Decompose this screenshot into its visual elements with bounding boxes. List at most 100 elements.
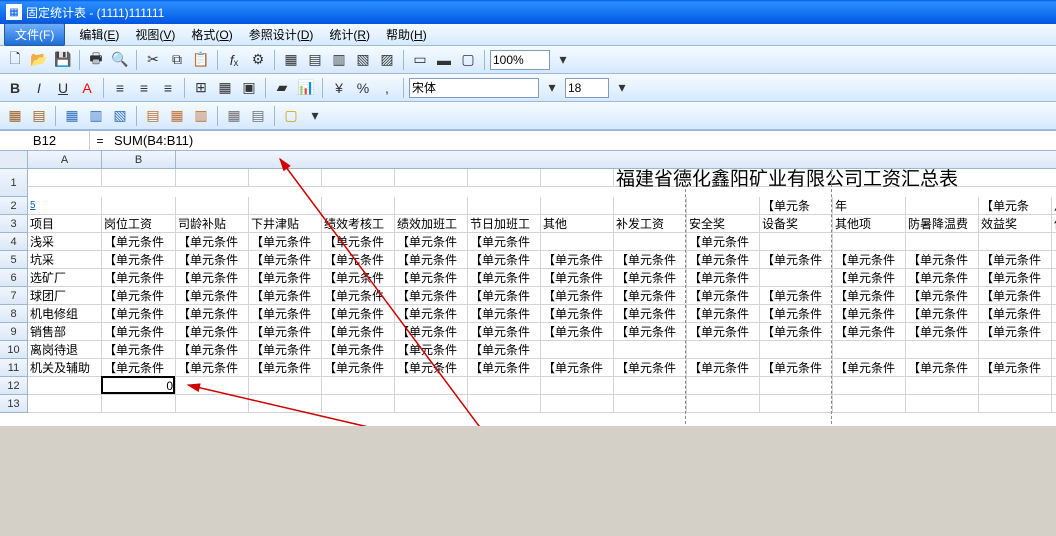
cell[interactable]: 停 — [1052, 215, 1056, 233]
cell[interactable] — [102, 169, 176, 187]
cell[interactable]: 【单元条件 — [1052, 305, 1056, 323]
fill-icon[interactable]: ▰ — [271, 77, 293, 99]
cell[interactable] — [760, 269, 833, 287]
cell[interactable]: 【单元条件 — [395, 269, 468, 287]
cell[interactable]: 【单元条件 — [322, 251, 395, 269]
grid5-icon[interactable]: ▨ — [376, 49, 398, 71]
cell[interactable] — [102, 395, 176, 413]
cell[interactable]: 【单元条件 — [687, 323, 760, 341]
cell[interactable]: 销售部 — [28, 323, 102, 341]
cell[interactable] — [1052, 251, 1056, 269]
cell[interactable]: 【单元条件 — [322, 323, 395, 341]
cell[interactable]: 【单元条件 — [249, 323, 322, 341]
fontsize-dropdown-icon[interactable]: ▾ — [611, 77, 633, 99]
cell[interactable] — [28, 169, 102, 187]
open-icon[interactable]: 📂 — [28, 49, 50, 71]
cell[interactable]: 【单元条件 — [176, 323, 249, 341]
cell[interactable]: 【单元条 — [760, 197, 833, 215]
cell[interactable] — [979, 395, 1052, 413]
cell[interactable]: 补发工资 — [614, 215, 687, 233]
cell[interactable] — [687, 341, 760, 359]
row-header[interactable]: 10 — [0, 341, 28, 359]
ex12-icon[interactable]: ▾ — [304, 105, 326, 127]
font-combo[interactable] — [409, 78, 539, 98]
cell[interactable]: 【单元条件 — [1052, 287, 1056, 305]
align-center-icon[interactable]: ≡ — [133, 77, 155, 99]
cell[interactable]: 【单元条件 — [322, 233, 395, 251]
cell[interactable]: 【单元条件 — [687, 251, 760, 269]
cell[interactable]: 【单元条件 — [468, 323, 541, 341]
cell[interactable] — [249, 395, 322, 413]
cell[interactable]: 【单元条件 — [468, 287, 541, 305]
cell[interactable]: 【单元条件 — [979, 305, 1052, 323]
cell[interactable]: 其他 — [541, 215, 614, 233]
cell[interactable]: 效益奖 — [979, 215, 1052, 233]
ex3-icon[interactable]: ▦ — [61, 105, 83, 127]
cell[interactable] — [906, 341, 979, 359]
cell[interactable]: 机关及辅助 — [28, 359, 102, 377]
cell[interactable]: 【单元条件 — [541, 323, 614, 341]
ex9-icon[interactable]: ▦ — [223, 105, 245, 127]
cell[interactable]: 【单元条件 — [395, 359, 468, 377]
bold-icon[interactable]: B — [4, 77, 26, 99]
cell[interactable] — [614, 395, 687, 413]
cell[interactable] — [833, 395, 906, 413]
cell[interactable] — [468, 377, 541, 395]
row-header[interactable]: 4 — [0, 233, 28, 251]
grid3-icon[interactable]: ▥ — [328, 49, 350, 71]
cell[interactable]: 【单元条件 — [249, 341, 322, 359]
cell[interactable]: 【单元条件 — [760, 323, 833, 341]
zoom-combo[interactable] — [490, 50, 550, 70]
cell[interactable]: 防暑降温费 — [906, 215, 979, 233]
cell[interactable]: 【单元条件 — [833, 305, 906, 323]
menu-o[interactable]: 格式(O) — [183, 26, 240, 44]
cell[interactable]: 【单元条件 — [833, 251, 906, 269]
cell[interactable] — [322, 169, 395, 187]
cell[interactable] — [249, 169, 322, 187]
fontsize-combo[interactable] — [565, 78, 609, 98]
cell[interactable] — [541, 395, 614, 413]
cell[interactable] — [979, 341, 1052, 359]
cell[interactable] — [176, 197, 249, 215]
cell[interactable]: 选矿厂 — [28, 269, 102, 287]
cell[interactable] — [322, 395, 395, 413]
cell[interactable]: 【单元条件 — [395, 287, 468, 305]
cell[interactable] — [176, 395, 249, 413]
cell[interactable]: 【单元条件 — [176, 233, 249, 251]
menu-e[interactable]: 编辑(E) — [71, 26, 127, 44]
cell[interactable] — [541, 341, 614, 359]
select-all-corner[interactable] — [0, 151, 28, 169]
cell[interactable]: 【单元条件 — [979, 269, 1052, 287]
cell[interactable] — [979, 377, 1052, 395]
cell[interactable]: 【单元条件 — [102, 341, 176, 359]
cell[interactable]: 【单元条件 — [833, 359, 906, 377]
cell[interactable]: 【单元条件 — [614, 305, 687, 323]
cell[interactable] — [468, 169, 541, 187]
cell[interactable]: 0 — [102, 377, 176, 395]
cell[interactable] — [249, 197, 322, 215]
italic-icon[interactable]: I — [28, 77, 50, 99]
cell[interactable]: 【单元条件 — [906, 323, 979, 341]
cell[interactable] — [614, 377, 687, 395]
cell[interactable]: 5 — [28, 197, 102, 215]
print-icon[interactable]: 🖶 — [85, 49, 107, 71]
cell[interactable]: 【单元条件 — [906, 269, 979, 287]
cell[interactable]: 其他项 — [833, 215, 906, 233]
cell[interactable] — [687, 395, 760, 413]
align-right-icon[interactable]: ≡ — [157, 77, 179, 99]
cell[interactable] — [541, 169, 614, 187]
cell[interactable] — [541, 197, 614, 215]
name-box[interactable]: B12 — [0, 131, 90, 150]
cell[interactable]: 福建省德化鑫阳矿业有限公司工资汇总表 — [614, 169, 1056, 187]
cell[interactable]: 【单元条件 — [176, 269, 249, 287]
cell[interactable]: 【单元条件 — [833, 287, 906, 305]
cell[interactable]: 月 — [1052, 197, 1056, 215]
cell[interactable]: 【单元条件 — [102, 287, 176, 305]
row-header[interactable]: 7 — [0, 287, 28, 305]
cell[interactable]: 项目 — [28, 215, 102, 233]
cell[interactable] — [176, 169, 249, 187]
ex8-icon[interactable]: ▥ — [190, 105, 212, 127]
grid4-icon[interactable]: ▧ — [352, 49, 374, 71]
cell[interactable] — [541, 233, 614, 251]
cell[interactable]: 离岗待退 — [28, 341, 102, 359]
